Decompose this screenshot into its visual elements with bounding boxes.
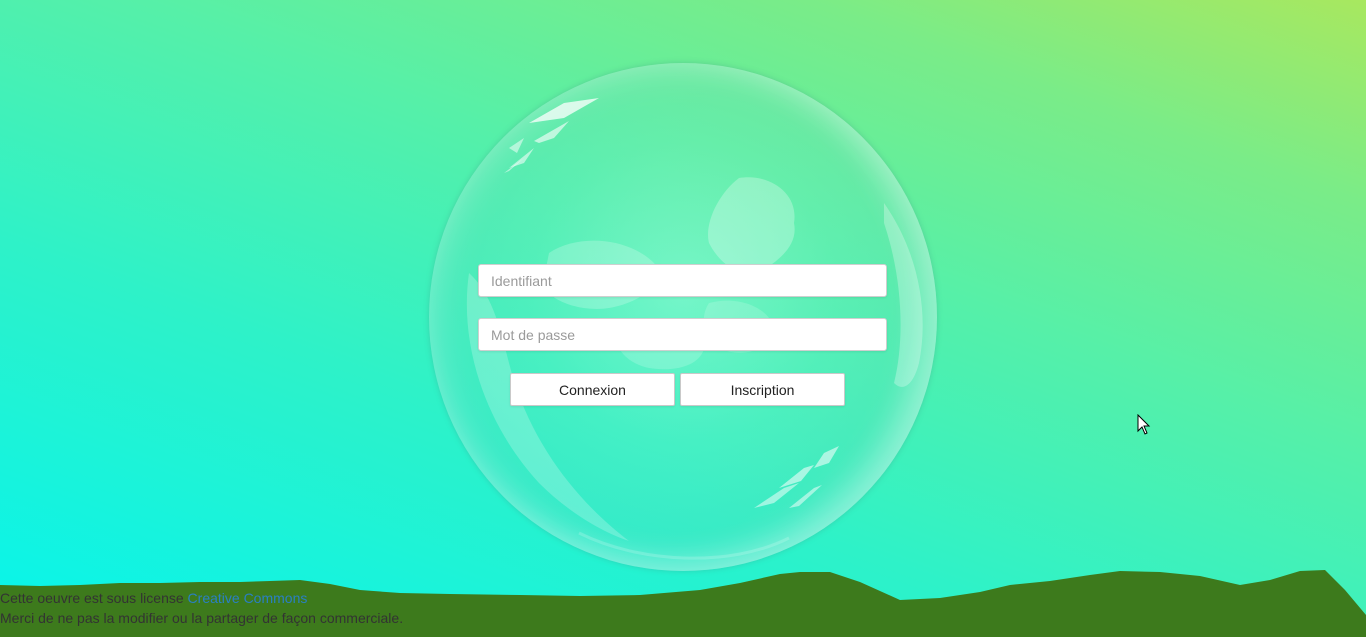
license-line: Cette oeuvre est sous license Creative C…: [0, 588, 403, 608]
usage-notice: Merci de ne pas la modifier ou la partag…: [0, 610, 404, 626]
password-input[interactable]: [478, 318, 887, 351]
creative-commons-link[interactable]: Creative Commons: [188, 590, 308, 606]
signup-button[interactable]: Inscription: [680, 373, 845, 406]
license-text: Cette oeuvre est sous license: [0, 590, 188, 606]
username-input[interactable]: [478, 264, 887, 297]
license-footer: Cette oeuvre est sous license Creative C…: [0, 588, 403, 628]
mouse-pointer-icon: [1137, 414, 1151, 435]
connect-button[interactable]: Connexion: [510, 373, 675, 406]
bubble-container: [429, 63, 937, 571]
